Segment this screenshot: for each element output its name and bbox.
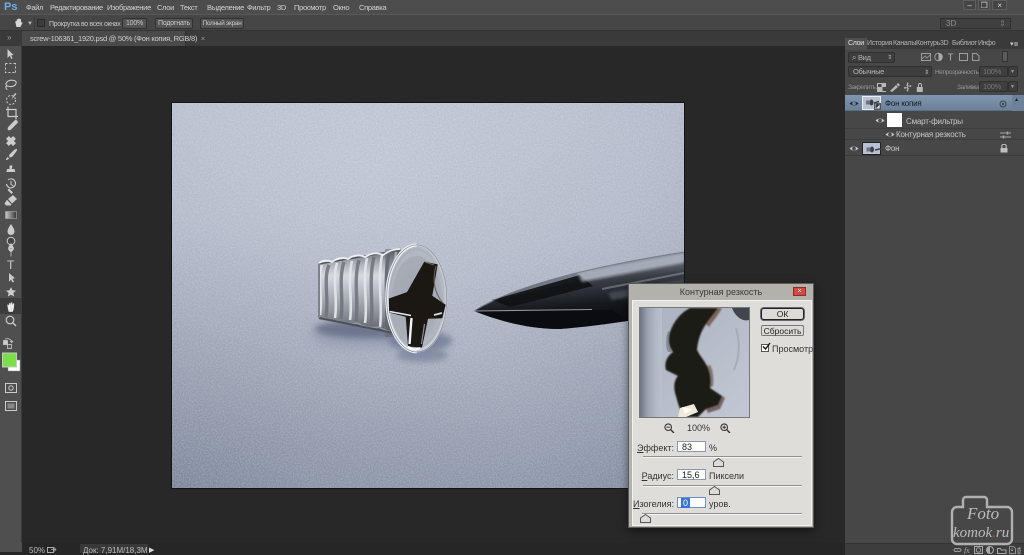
svg-text:T: T (7, 258, 15, 272)
svg-text:T: T (948, 53, 954, 63)
svg-text:Foto: Foto (966, 504, 999, 523)
svg-text:komok.ru: komok.ru (953, 525, 1009, 541)
